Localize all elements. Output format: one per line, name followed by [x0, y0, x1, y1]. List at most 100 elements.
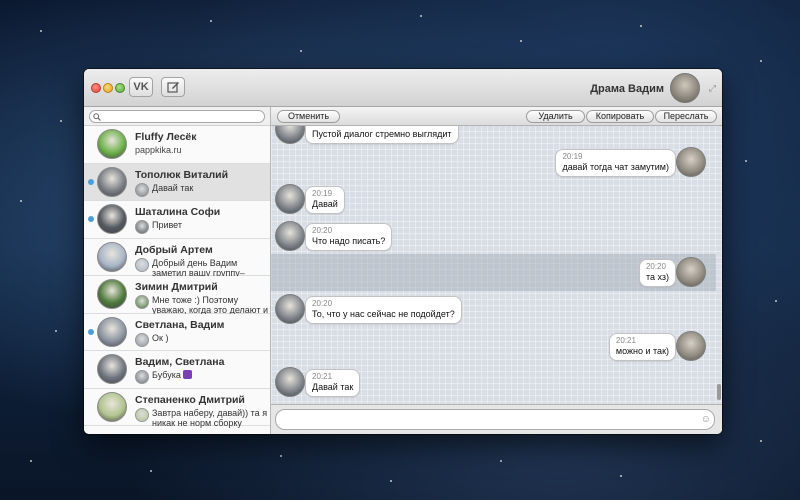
- forward-button[interactable]: Переслать: [655, 110, 717, 123]
- unread-indicator: [88, 328, 94, 335]
- contact-item[interactable]: Зимин Дмитрий Мне тоже :) Поэтому уважаю,…: [84, 276, 270, 325]
- search-icon: [93, 112, 101, 121]
- message-text: давай тогда чат замутим): [562, 162, 669, 172]
- sender-mini-avatar: [135, 295, 149, 309]
- contact-item[interactable]: Fluffy Лесёк pappkika.ru: [84, 126, 270, 164]
- message-bubble: 20:11Пустой диалог стремно выглядит: [305, 126, 459, 144]
- message-avatar: [275, 221, 305, 251]
- incoming-message[interactable]: 20:21 Давай так: [271, 364, 716, 401]
- close-window-button[interactable]: [91, 83, 101, 93]
- zoom-window-button[interactable]: [115, 83, 125, 93]
- contact-preview: Бубука: [135, 370, 192, 384]
- contact-preview: Завтра наберу, давай)) та я никак не нор…: [135, 407, 270, 428]
- message-bubble: 20:19 давай тогда чат замутим): [555, 149, 676, 177]
- title-bar: VK Драма Вадим ⤢: [84, 69, 722, 107]
- sender-mini-avatar: [135, 332, 149, 347]
- message-scrollbar[interactable]: [717, 126, 721, 404]
- contact-name: Степаненко Дмитрий: [135, 393, 245, 406]
- unread-indicator: [88, 178, 94, 185]
- sender-mini-avatar: [135, 370, 149, 384]
- search-input[interactable]: [104, 111, 254, 122]
- contact-name: Добрый Артем: [135, 243, 213, 256]
- search-bar: [84, 107, 270, 126]
- contact-item[interactable]: Степаненко Дмитрий Завтра наберу, давай))…: [84, 388, 270, 428]
- message-avatar: [275, 367, 305, 397]
- sender-mini-avatar: [135, 220, 149, 234]
- message-avatar: [676, 147, 706, 177]
- message-bubble: 20:20 Что надо писать?: [305, 223, 393, 251]
- preview-text: Добрый день Вадим заметил вашу группу–: [152, 257, 245, 278]
- search-box[interactable]: [89, 110, 265, 123]
- message-time: 20:21: [615, 336, 636, 345]
- contact-avatar: [97, 391, 127, 422]
- message-avatar: [676, 331, 706, 361]
- current-user-name: Драма Вадим: [590, 83, 664, 95]
- scrollbar-thumb[interactable]: [717, 384, 721, 400]
- message-text: Давай: [312, 199, 338, 209]
- contacts-sidebar: Fluffy Лесёк pappkika.ru Тополюк Виталий Да…: [84, 107, 271, 434]
- message-time: 20:20: [312, 226, 333, 235]
- message-time: 20:20: [312, 299, 333, 308]
- vk-logo-button[interactable]: VK: [129, 77, 153, 97]
- message-time: 20:19: [562, 152, 583, 161]
- preview-text: Завтра наберу, давай)) та я никак не нор…: [152, 407, 268, 428]
- contact-preview: Давай так: [135, 182, 194, 197]
- unread-indicator: [88, 216, 94, 222]
- contact-preview: Привет: [135, 220, 182, 234]
- preview-text: Ок ): [152, 332, 169, 343]
- contact-preview: Ок ): [135, 332, 169, 347]
- contact-avatar: [97, 204, 127, 234]
- contact-name: Зимин Дмитрий: [135, 281, 218, 293]
- delete-button[interactable]: Удалить: [526, 110, 585, 123]
- contact-item[interactable]: Добрый Артем Добрый день Вадим заметил ва…: [84, 238, 270, 278]
- message-bubble: 20:20 То, что у нас сейчас не подойдет?: [305, 296, 462, 324]
- sender-mini-avatar: [135, 257, 149, 272]
- preview-text: Давай так: [152, 182, 194, 193]
- message-text: можно и так): [615, 346, 669, 356]
- contact-item[interactable]: Тополюк Виталий Давай так: [84, 163, 270, 201]
- conversation-pane: Отменить Удалить Копировать Переслать 20…: [271, 107, 722, 434]
- copy-button[interactable]: Копировать: [586, 110, 654, 123]
- emoji-icon[interactable]: ☺: [701, 414, 711, 425]
- preview-text: Привет: [152, 220, 183, 230]
- compose-icon: [166, 82, 179, 93]
- contact-list: Fluffy Лесёк pappkika.ru Тополюк Виталий Да…: [84, 126, 270, 428]
- incoming-message[interactable]: 20:19 Давай: [271, 181, 716, 218]
- message-text: Что надо писать?: [312, 236, 386, 246]
- outgoing-message[interactable]: 20:20 та хз): [271, 254, 716, 291]
- contact-avatar: [97, 316, 127, 347]
- outgoing-message[interactable]: 20:19 давай тогда чат замутим): [271, 144, 716, 181]
- contact-item[interactable]: Шаталина Софи Привет: [84, 201, 270, 239]
- message-input[interactable]: [275, 409, 715, 430]
- message-list[interactable]: 20:11Пустой диалог стремно выглядит 20:19…: [271, 126, 722, 404]
- message-text: та хз): [645, 272, 669, 282]
- outgoing-message[interactable]: 20:21 можно и так): [271, 328, 716, 365]
- messenger-window: VK Драма Вадим ⤢ Fluffy Лесёк pappkika.ru…: [84, 69, 722, 434]
- message-bubble: 20:20 та хз): [638, 259, 676, 287]
- contact-avatar: [97, 129, 127, 159]
- message-text: Пустой диалог стремно выглядит: [312, 129, 452, 139]
- compose-button[interactable]: [161, 77, 185, 97]
- contact-item[interactable]: Вадим, Светлана Бубука: [84, 351, 270, 389]
- minimize-window-button[interactable]: [103, 83, 113, 93]
- contact-item[interactable]: Светлана, Вадим Ок ): [84, 313, 270, 351]
- contact-name: Светлана, Вадим: [135, 318, 225, 331]
- message-avatar: [275, 126, 305, 144]
- emoji-devil-icon: [182, 370, 192, 379]
- cancel-button[interactable]: Отменить: [277, 110, 340, 123]
- composer-area: ☺: [271, 404, 722, 434]
- contact-name: Вадим, Светлана: [135, 356, 225, 368]
- fullscreen-icon[interactable]: ⤢: [709, 83, 716, 94]
- message-text: Давай так: [312, 382, 354, 392]
- message-bubble: 20:21 Давай так: [305, 369, 361, 397]
- message-actions-toolbar: Отменить Удалить Копировать Переслать: [271, 107, 722, 126]
- contact-name: Шаталина Софи: [135, 206, 221, 218]
- message-time: 20:19: [312, 189, 333, 198]
- incoming-message[interactable]: 20:20 Что надо писать?: [271, 218, 716, 255]
- incoming-message[interactable]: 20:20 То, что у нас сейчас не подойдет?: [271, 291, 716, 328]
- contact-preview: pappkika.ru: [135, 145, 182, 155]
- current-user-avatar[interactable]: [670, 73, 700, 103]
- message-avatar: [676, 257, 706, 287]
- contact-preview: Добрый день Вадим заметил вашу группу–: [135, 257, 270, 278]
- contact-name: Тополюк Виталий: [135, 168, 229, 181]
